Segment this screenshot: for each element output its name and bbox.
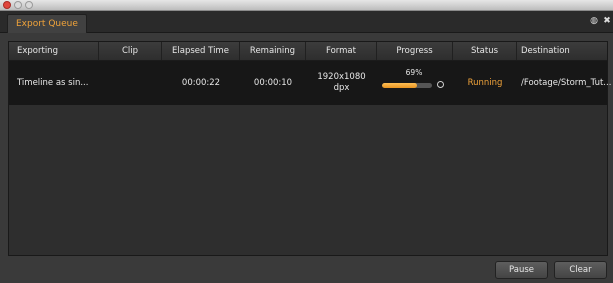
table-row[interactable]: Timeline as sin... 00:00:22 00:00:10 192… [9, 61, 612, 105]
cell-progress: 69% [377, 61, 453, 105]
cell-status: Running [467, 78, 503, 88]
tab-export-queue[interactable]: Export Queue [7, 14, 87, 33]
format-type: dpx [333, 83, 350, 93]
progress-widget: 69% [378, 61, 452, 105]
cell-remaining: 00:00:10 [253, 78, 293, 88]
format-text: 1920x1080 dpx [317, 72, 365, 94]
cancel-ring-icon[interactable] [437, 81, 444, 88]
format-resolution: 1920x1080 [317, 72, 366, 82]
queue-table: Exporting Clip Elapsed Time Remaining Fo… [8, 41, 612, 256]
table-header: Exporting Clip Elapsed Time Remaining Fo… [9, 42, 607, 61]
export-queue-window: Export Queue ◍ ✖ Exporting Clip Elapsed … [0, 0, 613, 283]
column-header-progress[interactable]: Progress [377, 42, 453, 60]
clear-button[interactable]: Clear [554, 261, 607, 279]
column-header-exporting[interactable]: Exporting [9, 42, 99, 60]
progress-bar-fill [382, 83, 417, 88]
column-header-status[interactable]: Status [453, 42, 517, 60]
cell-clip [99, 61, 162, 105]
progress-percent: 69% [405, 68, 423, 77]
cell-destination: /Footage/Storm_Tut... [521, 78, 612, 88]
window-minimize-button[interactable] [14, 1, 22, 9]
column-header-elapsed-time[interactable]: Elapsed Time [162, 42, 240, 60]
pause-button[interactable]: Pause [495, 261, 548, 279]
window-close-button[interactable] [3, 1, 11, 9]
column-header-format[interactable]: Format [306, 42, 377, 60]
cell-exporting: Timeline as sin... [17, 78, 89, 88]
column-header-clip[interactable]: Clip [99, 42, 162, 60]
progress-bar [382, 83, 432, 88]
column-header-remaining[interactable]: Remaining [240, 42, 306, 60]
cell-format: 1920x1080 dpx [306, 61, 377, 105]
close-icon[interactable]: ✖ [602, 16, 612, 26]
tab-bar: Export Queue ◍ ✖ [0, 11, 613, 33]
popout-icon[interactable]: ◍ [589, 16, 599, 26]
cell-elapsed-time: 00:00:22 [181, 78, 221, 88]
window-zoom-button[interactable] [25, 1, 33, 9]
title-bar [0, 0, 613, 11]
column-header-destination[interactable]: Destination [517, 42, 607, 60]
